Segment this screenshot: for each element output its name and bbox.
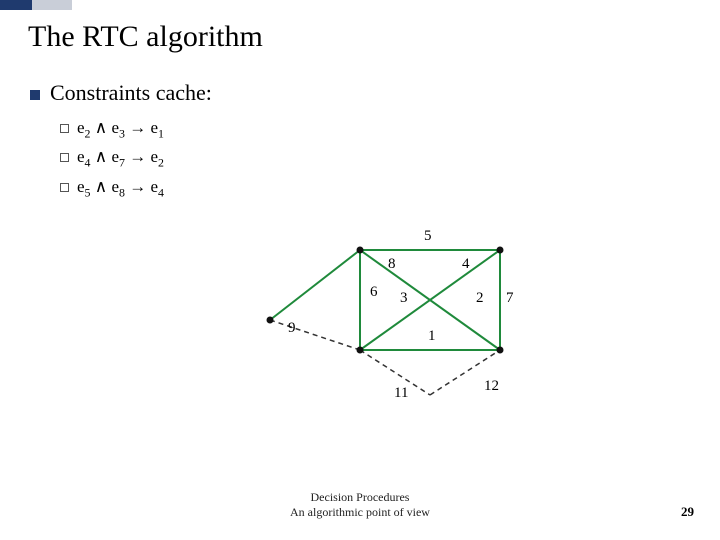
constraint-text: e5 ∧ e8 → e4	[77, 175, 164, 204]
accent-bar	[0, 0, 720, 10]
edge-label-5: 5	[424, 228, 432, 245]
edge-label-1: 1	[428, 328, 436, 345]
bullet-text: Constraints cache:	[50, 80, 212, 106]
footer-line2: An algorithmic point of view	[0, 505, 720, 520]
edge-label-7: 7	[506, 290, 514, 307]
page-number: 29	[681, 504, 694, 520]
edge-label-2: 2	[476, 290, 484, 307]
constraint-row: e2 ∧ e3 → e1	[60, 116, 164, 145]
slide-title: The RTC algorithm	[28, 20, 263, 54]
slide: The RTC algorithm Constraints cache: e2 …	[0, 0, 720, 540]
edge-label-4: 4	[462, 256, 470, 273]
constraint-row: e5 ∧ e8 → e4	[60, 175, 164, 204]
constraint-row: e4 ∧ e7 → e2	[60, 145, 164, 174]
square-bullet-icon	[30, 90, 40, 100]
edge-label-12: 12	[484, 378, 499, 395]
edge-label-6: 6	[370, 284, 378, 301]
edge-label-11: 11	[394, 385, 408, 402]
edge-label-3: 3	[400, 290, 408, 307]
edge-label-9: 9	[288, 320, 296, 337]
bullet-constraints-cache: Constraints cache:	[30, 80, 212, 106]
hollow-bullet-icon	[60, 153, 69, 162]
hollow-bullet-icon	[60, 183, 69, 192]
edge-label-8: 8	[388, 256, 396, 273]
graph-diagram: 5 8 4 6 3 2 7 9 1 11 12	[240, 220, 540, 420]
footer-line1: Decision Procedures	[0, 490, 720, 505]
constraint-text: e2 ∧ e3 → e1	[77, 116, 164, 145]
hollow-bullet-icon	[60, 124, 69, 133]
footer: Decision Procedures An algorithmic point…	[0, 490, 720, 520]
constraint-text: e4 ∧ e7 → e2	[77, 145, 164, 174]
constraint-list: e2 ∧ e3 → e1 e4 ∧ e7 → e2 e5 ∧ e8	[60, 116, 164, 204]
